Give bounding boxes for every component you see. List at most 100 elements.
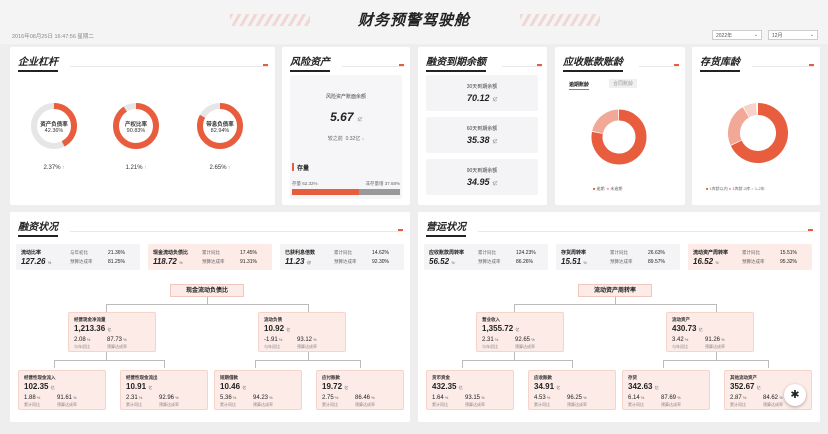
arrow-up-icon: ↑ <box>60 165 65 171</box>
tree-node-value-row: 1,213.36 亿 <box>74 324 111 333</box>
kpi-card[interactable]: 应收账款周转率 56.52 % 累计同比 124.23% 预算达成率 86.26% <box>424 244 548 270</box>
tab-contract-aging[interactable]: 合同账龄 <box>609 79 638 88</box>
tree-node[interactable]: 营业收入 1,355.72 亿 2.31 % 与年初比 92.65 % 预算达成率 <box>476 312 564 352</box>
tree-node-value: 342.63 <box>628 382 653 391</box>
tree-connector <box>54 360 164 361</box>
kpi-metric-label: 预算达成率 <box>70 259 93 264</box>
settings-float-button[interactable]: ✱ <box>784 384 806 406</box>
percent-sign: % <box>720 337 725 342</box>
tree-node[interactable]: 应收账款 34.91 亿 4.53 % 累计同比 96.25 % 预算达成率 <box>528 370 616 410</box>
gauge-value: 90.83% <box>126 128 146 134</box>
percent-sign: % <box>582 395 587 400</box>
tree-connector <box>663 360 768 361</box>
kpi-card[interactable]: 现金流动负债比 118.72 % 累计同比 17.45% 预算达成率 91.31% <box>148 244 272 270</box>
tree-node[interactable]: 流动资产 430.73 亿 3.42 % 与年初比 91.26 % 预算达成率 <box>666 312 754 352</box>
tree-node-metric: 92.65 % <box>515 337 535 343</box>
tree-node[interactable]: 经营性现金流入 102.35 亿 1.88 % 累计同比 91.61 % 预算达成率 <box>18 370 106 410</box>
tree-node-metric-value: 96.25 <box>567 395 583 401</box>
tree-node-metric: 92.96 % <box>159 395 179 401</box>
tree-node-metric-label: 累计同比 <box>534 402 550 407</box>
tree-node-metric-value: 2.31 <box>482 337 494 343</box>
kpi-metric-label: 预算达成率 <box>742 259 765 264</box>
kpi-value-row: 16.52 % <box>693 257 719 266</box>
chevron-down-icon: ⌄ <box>809 32 814 38</box>
kpi-metric-value: 124.23% <box>516 250 536 256</box>
tree-node-metric-value: 87.73 <box>107 337 123 343</box>
kpi-value-row: 127.26 % <box>21 257 51 266</box>
kpi-unit: % <box>179 260 183 265</box>
kpi-metric-value: 92.30% <box>372 259 389 265</box>
tree-node-metric-label: 预算达成率 <box>355 402 375 407</box>
arrow-up-icon: ↑ <box>142 165 147 171</box>
gear-icon: ✱ <box>790 389 800 401</box>
kpi-card[interactable]: 流动资产周转率 16.52 % 累计同比 15.51% 预算达成率 95.32% <box>688 244 812 270</box>
tree-node[interactable]: 经营性现金流出 10.91 亿 2.31 % 累计同比 92.96 % 预算达成率 <box>120 370 208 410</box>
percent-sign: % <box>370 395 375 400</box>
tree-node-value-row: 19.72 亿 <box>322 382 348 391</box>
tree-node-metric-value: 1.64 <box>432 395 444 401</box>
tree-node-metric: 87.69 % <box>661 395 681 401</box>
month-select-value: 12月 <box>772 32 783 39</box>
tree-node-value-row: 1,355.72 亿 <box>482 324 519 333</box>
tree-connector <box>106 352 107 360</box>
percent-sign: % <box>443 395 449 400</box>
tree-node[interactable]: 流动负债 10.92 亿 -1.91 % 与年初比 93.12 % 预算达成率 <box>258 312 346 352</box>
tree-node[interactable]: 经营现金净流量 1,213.36 亿 2.08 % 与年初比 87.73 % 预算达成率 <box>68 312 156 352</box>
legend-age-1: 1库龄以内 <box>709 186 728 191</box>
tree-node-metric-label: 预算达成率 <box>297 344 317 349</box>
tree-node-value-row: 430.73 亿 <box>672 324 703 333</box>
stock-label: 存量 <box>297 166 310 172</box>
kpi-unit: 倍 <box>306 260 311 265</box>
chevron-down-icon: ⌄ <box>753 32 758 38</box>
tree-node[interactable]: 货币资金 432.35 亿 1.64 % 累计同比 93.15 % 预算达成率 <box>426 370 514 410</box>
tree-node[interactable]: 短期借款 10.46 亿 5.36 % 累计同比 94.23 % 预算达成率 <box>214 370 302 410</box>
percent-sign: % <box>85 337 91 342</box>
tree-node-metric-value: 4.53 <box>534 395 546 401</box>
percent-sign: % <box>333 395 339 400</box>
kpi-metric-label: 预算达成率 <box>202 259 225 264</box>
year-select[interactable]: 2022年 ⌄ <box>712 30 762 40</box>
operation-status-title: 营运状况 <box>426 218 466 237</box>
tree-node-metric: 91.61 % <box>57 395 77 401</box>
tree-node-title: 应收账款 <box>534 375 552 380</box>
gauge-label: 资产负债率 <box>40 122 68 128</box>
tree-node-value-row: 10.92 亿 <box>264 324 290 333</box>
kpi-value: 11.23 <box>285 257 305 266</box>
tree-node-metric: 5.36 % <box>220 395 236 401</box>
tree-node-metric: 84.62 % <box>763 395 783 401</box>
kpi-label: 应收账款周转率 <box>429 250 465 256</box>
percent-sign: % <box>35 395 41 400</box>
tree-node-value: 432.35 <box>432 382 457 391</box>
kpi-card[interactable]: 存货周转率 15.51 % 累计同比 26.63% 预算达成率 89.57% <box>556 244 680 270</box>
tree-connector <box>308 352 309 360</box>
tree-node-metric-label: 预算达成率 <box>763 402 783 407</box>
tree-node-value: 1,355.72 <box>482 324 514 333</box>
tree-node[interactable]: 存货 342.63 亿 6.14 % 累计同比 87.69 % 预算达成率 <box>622 370 710 410</box>
kpi-value-row: 56.52 % <box>429 257 455 266</box>
tree-node-unit: 亿 <box>458 385 463 390</box>
percent-sign: % <box>312 337 317 342</box>
maturity-unit: 亿 <box>492 97 498 103</box>
tree-connector <box>716 304 717 312</box>
inventory-panel: 存货库龄 ■ 1库龄以内 ■ 1库龄-2库 ■ 1-2年 <box>692 47 820 205</box>
kpi-metric-value: 14.62% <box>372 250 389 256</box>
kpi-card[interactable]: 流动比率 127.26 % 与年初比 21.36% 预算达成率 81.25% <box>16 244 140 270</box>
kpi-card[interactable]: 已获利息倍数 11.23 倍 累计同比 14.62% 预算达成率 92.30% <box>280 244 404 270</box>
tree-node-metric-value: -1.91 <box>264 337 278 343</box>
year-select-value: 2022年 <box>716 32 733 39</box>
month-select[interactable]: 12月 ⌄ <box>768 30 818 40</box>
tree-connector <box>462 360 463 368</box>
kpi-metric-value: 15.51% <box>780 250 797 256</box>
tree-node-unit: 亿 <box>148 385 153 390</box>
tree-node-unit: 亿 <box>344 385 349 390</box>
tree-node-metric: 96.25 % <box>567 395 587 401</box>
datetime-label: 2016年08月25日 16:47:56 星期二 <box>12 34 94 40</box>
tree-node-metric: 1.64 % <box>432 395 448 401</box>
tree-node[interactable]: 应付账款 19.72 亿 2.75 % 累计同比 86.46 % 预算达成率 <box>316 370 404 410</box>
tree-node-metric-value: 84.62 <box>763 395 779 401</box>
tree-node-value-row: 102.35 亿 <box>24 382 55 391</box>
tree-node-title: 经营现金净流量 <box>74 317 106 322</box>
inventory-title: 存货库龄 <box>700 53 740 72</box>
tab-overdue-aging[interactable]: 逾期账龄 <box>569 81 590 90</box>
kpi-metric-value: 91.31% <box>240 259 257 265</box>
